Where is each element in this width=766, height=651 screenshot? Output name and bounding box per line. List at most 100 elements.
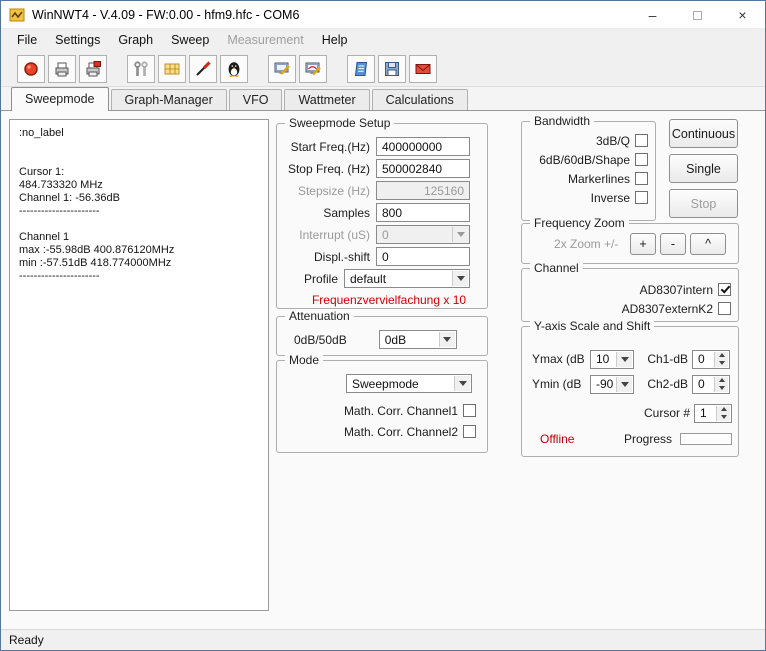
stop-freq-row: Stop Freq. (Hz) (277, 158, 470, 179)
ch1-db-label: Ch1-dB (646, 352, 688, 366)
start-freq-row: Start Freq.(Hz) (277, 136, 470, 157)
maximize-button[interactable] (675, 1, 720, 29)
displ-shift-row: Displ.-shift (277, 246, 470, 267)
markerlines-label: Markerlines (568, 172, 630, 186)
penguin-icon (225, 60, 243, 78)
toolbar-button-display-edit2[interactable] (299, 55, 327, 83)
markerlines-checkbox[interactable] (635, 172, 648, 185)
toolbar (1, 51, 765, 87)
attenuation-group: Attenuation 0dB/50dB 0dB (276, 316, 488, 356)
inverse-row: Inverse (522, 188, 648, 207)
ymin-select[interactable]: -90 (590, 375, 634, 394)
stepsize-input (376, 181, 470, 200)
spin-up-icon[interactable] (715, 377, 728, 385)
chevron-down-icon (452, 227, 468, 242)
ad8307intern-checkbox[interactable] (718, 283, 731, 296)
mode-select[interactable]: Sweepmode (346, 374, 472, 393)
spin-buttons[interactable] (714, 352, 728, 367)
spin-buttons[interactable] (716, 406, 730, 421)
close-button[interactable]: × (720, 1, 765, 29)
menu-sweep[interactable]: Sweep (162, 31, 218, 49)
ymax-select[interactable]: 10 (590, 350, 634, 369)
tab-vfo[interactable]: VFO (229, 89, 283, 110)
spin-down-icon[interactable] (715, 384, 728, 392)
exit-icon (414, 60, 432, 78)
toolbar-button-print[interactable] (48, 55, 76, 83)
spin-up-icon[interactable] (715, 352, 728, 360)
zoom-up-button[interactable]: ^ (690, 233, 726, 255)
tools-icon (132, 60, 150, 78)
mode-title: Mode (285, 353, 323, 367)
channel-title: Channel (530, 261, 583, 275)
tab-calculations[interactable]: Calculations (372, 89, 468, 110)
math-corr-ch1-checkbox[interactable] (463, 404, 476, 417)
ad8307externk2-checkbox[interactable] (718, 302, 731, 315)
toolbar-button-display-edit[interactable] (268, 55, 296, 83)
spin-buttons[interactable] (714, 377, 728, 392)
toolbar-button-grid[interactable] (158, 55, 186, 83)
toolbar-button-print-graph[interactable] (79, 55, 107, 83)
attenuation-select[interactable]: 0dB (379, 330, 457, 349)
tab-wattmeter[interactable]: Wattmeter (284, 89, 369, 110)
menu-help[interactable]: Help (313, 31, 357, 49)
tab-graph-manager[interactable]: Graph-Manager (111, 89, 227, 110)
menu-file[interactable]: File (8, 31, 46, 49)
displ-shift-label: Displ.-shift (314, 250, 370, 264)
menu-graph[interactable]: Graph (109, 31, 162, 49)
menubar: File Settings Graph Sweep Measurement He… (1, 29, 765, 51)
ad8307intern-row: AD8307intern (522, 280, 731, 299)
interrupt-row: Interrupt (uS) 0 (277, 224, 470, 245)
continuous-button[interactable]: Continuous (669, 119, 738, 148)
toolbar-button-linux[interactable] (220, 55, 248, 83)
ch2-db-spinner[interactable]: 0 (692, 375, 730, 394)
spin-down-icon[interactable] (715, 359, 728, 367)
probe-icon (194, 60, 212, 78)
toolbar-button-document[interactable] (347, 55, 375, 83)
document-icon (352, 60, 370, 78)
measurement-display: :no_label Cursor 1: 484.733320 MHz Chann… (9, 119, 269, 611)
math-corr-ch1-label: Math. Corr. Channel1 (344, 404, 458, 418)
sweepmode-setup-title: Sweepmode Setup (285, 116, 394, 130)
frequency-zoom-title: Frequency Zoom (530, 216, 629, 230)
math-corr-ch2-checkbox[interactable] (463, 425, 476, 438)
toolbar-button-save[interactable] (378, 55, 406, 83)
samples-label: Samples (323, 206, 370, 220)
power-icon (22, 60, 40, 78)
bandwidth-6db-checkbox[interactable] (635, 153, 648, 166)
menu-settings[interactable]: Settings (46, 31, 109, 49)
chevron-down-icon (616, 352, 632, 367)
bandwidth-3db-checkbox[interactable] (635, 134, 648, 147)
toolbar-separator (251, 55, 268, 83)
app-window: WinNWT4 - V.4.09 - FW:0.00 - hfm9.hfc - … (0, 0, 766, 651)
menu-measurement: Measurement (218, 31, 312, 49)
tab-sweepmode[interactable]: Sweepmode (11, 87, 109, 111)
toolbar-button-power[interactable] (17, 55, 45, 83)
yaxis-title: Y-axis Scale and Shift (530, 319, 654, 333)
bandwidth-6db-row: 6dB/60dB/Shape (522, 150, 648, 169)
toolbar-button-probe[interactable] (189, 55, 217, 83)
profile-select[interactable]: default (344, 269, 470, 288)
toolbar-separator (110, 55, 127, 83)
math-corr-ch2-label: Math. Corr. Channel2 (344, 425, 458, 439)
toolbar-button-exit[interactable] (409, 55, 437, 83)
samples-input[interactable] (376, 203, 470, 222)
profile-label: Profile (304, 272, 338, 286)
displ-shift-input[interactable] (376, 247, 470, 266)
zoom-in-button[interactable]: + (630, 233, 656, 255)
profile-row: Profile default (277, 268, 470, 289)
ch1-db-spinner[interactable]: 0 (692, 350, 730, 369)
spin-up-icon[interactable] (717, 406, 730, 414)
maximize-icon (693, 11, 702, 20)
ymin-value: -90 (596, 377, 613, 391)
inverse-checkbox[interactable] (635, 191, 648, 204)
start-freq-input[interactable] (376, 137, 470, 156)
minimize-button[interactable]: – (630, 1, 675, 29)
stop-freq-input[interactable] (376, 159, 470, 178)
cursor-number-spinner[interactable]: 1 (694, 404, 732, 423)
zoom-out-button[interactable]: - (660, 233, 686, 255)
window-controls: – × (630, 1, 765, 29)
spin-down-icon[interactable] (717, 413, 730, 421)
toolbar-button-tools[interactable] (127, 55, 155, 83)
single-button[interactable]: Single (669, 154, 738, 183)
ad8307externk2-row: AD8307externK2 (522, 299, 731, 318)
